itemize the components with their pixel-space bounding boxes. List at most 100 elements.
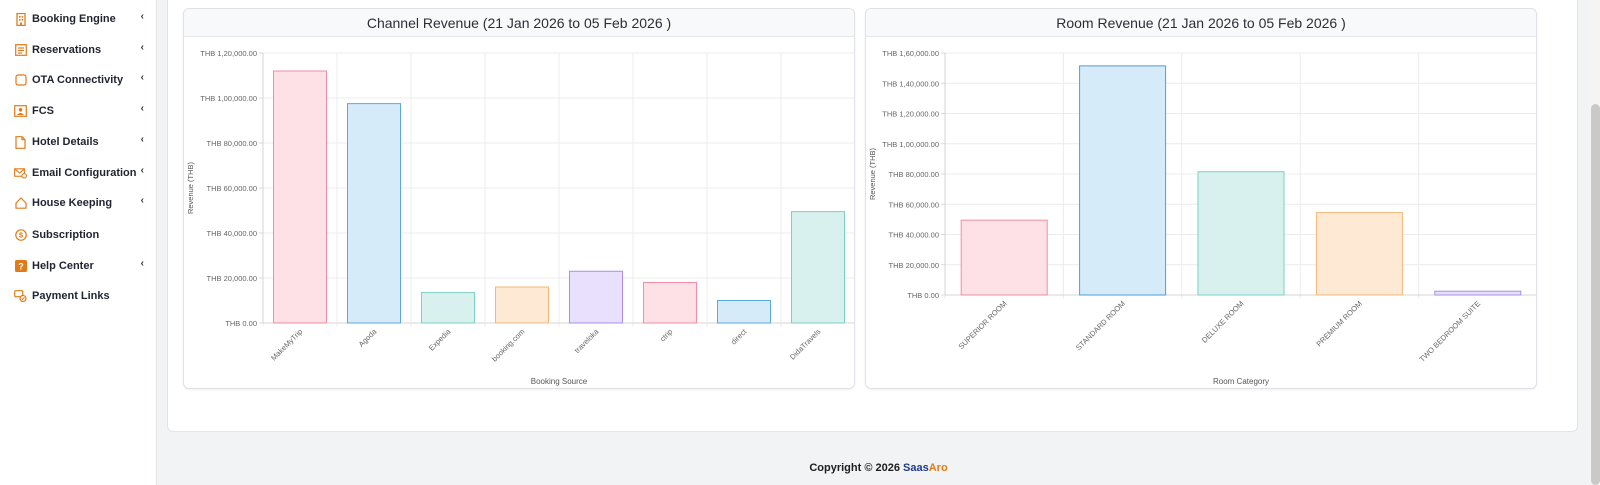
chart-title: Channel Revenue (21 Jan 2026 to 05 Feb 2… xyxy=(366,14,672,31)
y-axis-title: Revenue (THB) xyxy=(186,161,195,214)
chevron-left-icon: ‹ xyxy=(140,258,144,269)
sidebar-item-house-keeping[interactable]: House Keeping ‹ xyxy=(14,192,144,214)
sidebar-item-label: Subscription xyxy=(32,229,100,241)
chart-header: Room Revenue (21 Jan 2026 to 05 Feb 2026… xyxy=(866,9,1536,37)
sidebar-item-label: Payment Links xyxy=(32,290,110,302)
svg-text:?: ? xyxy=(18,261,24,271)
x-axis-title: Booking Source xyxy=(531,377,588,386)
chart-title: Room Revenue (21 Jan 2026 to 05 Feb 2026… xyxy=(1056,14,1346,31)
room-revenue-card: Room Revenue (21 Jan 2026 to 05 Feb 2026… xyxy=(865,8,1537,389)
building-icon xyxy=(14,12,27,26)
sidebar-item-label: Email Configuration xyxy=(32,167,137,179)
bar-premium-room[interactable] xyxy=(1315,212,1403,296)
bar-booking-com[interactable] xyxy=(495,286,549,324)
sidebar-item-label: OTA Connectivity xyxy=(32,74,124,86)
channel-revenue-chart: THB 0.00 THB 20,000.00 THB 40,000.00 THB 60… xyxy=(186,49,854,386)
y-tick-label: THB 1,20,000.00 xyxy=(200,49,257,58)
bar-deluxe-room[interactable] xyxy=(1197,171,1285,296)
sidebar-item-label: FCS xyxy=(32,105,54,117)
footer: Copyright © 2026 SaasAro xyxy=(157,462,1600,474)
y-tick-label: THB 60,000.00 xyxy=(207,184,257,193)
x-tick-label: booking.com xyxy=(490,327,526,363)
chevron-left-icon: ‹ xyxy=(140,11,144,22)
y-tick-label: THB 1,20,000.00 xyxy=(882,110,939,119)
sidebar-item-email-configuration[interactable]: Email Configuration ‹ xyxy=(14,162,144,184)
sidebar-item-help-center[interactable]: ? Help Center ‹ xyxy=(14,255,144,277)
dollar-circle-icon: $ xyxy=(14,229,27,242)
sidebar-item-label: Hotel Details xyxy=(32,136,99,148)
chevron-left-icon: ‹ xyxy=(140,72,144,83)
bar-superior-room[interactable] xyxy=(960,219,1048,296)
sidebar: Booking Engine ‹ Reservations ‹ OTA Conn… xyxy=(0,0,157,485)
x-tick-label: Expedia xyxy=(427,326,453,352)
y-tick-label: THB 60,000.00 xyxy=(889,200,939,209)
y-tick-label: THB 80,000.00 xyxy=(889,170,939,179)
y-tick-label: THB 20,000.00 xyxy=(207,274,257,283)
sidebar-item-fcs[interactable]: FCS ‹ xyxy=(14,100,144,122)
y-tick-label: THB 1,00,000.00 xyxy=(200,94,257,103)
bar-makemytrip[interactable] xyxy=(273,70,327,324)
y-tick-label: THB 1,00,000.00 xyxy=(882,140,939,149)
y-tick-label: THB 0.00 xyxy=(907,291,939,300)
square-icon xyxy=(14,74,27,87)
sidebar-item-reservations[interactable]: Reservations ‹ xyxy=(14,39,144,61)
chevron-left-icon: ‹ xyxy=(140,103,144,114)
chevron-left-icon: ‹ xyxy=(140,165,144,176)
home-icon xyxy=(14,197,27,210)
bar-standard-room[interactable] xyxy=(1079,65,1167,296)
x-tick-label: Agoda xyxy=(357,326,379,348)
list-icon xyxy=(14,44,27,57)
y-tick-label: THB 40,000.00 xyxy=(207,229,257,238)
bar-agoda[interactable] xyxy=(347,103,401,324)
scrollbar-thumb[interactable] xyxy=(1591,104,1600,485)
chevron-left-icon: ‹ xyxy=(140,195,144,206)
chevron-left-icon: ‹ xyxy=(140,42,144,53)
x-tick-label: TWO BEDROOM SUITE xyxy=(1418,299,1483,364)
sidebar-item-ota-connectivity[interactable]: OTA Connectivity ‹ xyxy=(14,69,144,91)
x-tick-label: STANDARD ROOM xyxy=(1074,299,1127,352)
content-card: Channel Revenue (21 Jan 2026 to 05 Feb 2… xyxy=(167,0,1578,432)
sidebar-item-payment-links[interactable]: Payment Links xyxy=(14,285,144,307)
y-tick-label: THB 0.00 xyxy=(225,319,257,328)
link-icon xyxy=(14,290,27,303)
y-tick-label: THB 1,60,000.00 xyxy=(882,49,939,58)
room-revenue-chart: THB 0.00 THB 20,000.00 THB 40,000.00 THB 60… xyxy=(868,49,1536,386)
x-tick-label: direct xyxy=(729,326,749,346)
x-tick-label: traveloka xyxy=(573,326,601,354)
x-axis-title: Room Category xyxy=(1213,377,1269,386)
sidebar-item-hotel-details[interactable]: Hotel Details ‹ xyxy=(14,131,144,153)
x-tick-label: DidaTravels xyxy=(788,327,823,362)
y-tick-label: THB 40,000.00 xyxy=(889,231,939,240)
sidebar-item-booking-engine[interactable]: Booking Engine ‹ xyxy=(14,8,144,30)
bar-didatravels[interactable] xyxy=(791,211,845,324)
copyright-text: Copyright © 2026 xyxy=(809,462,904,474)
chevron-left-icon: ‹ xyxy=(140,134,144,145)
help-icon: ? xyxy=(14,260,27,273)
sidebar-item-label: Reservations xyxy=(32,44,102,56)
bar-expedia[interactable] xyxy=(421,292,475,324)
sidebar-item-subscription[interactable]: $ Subscription xyxy=(14,224,144,246)
x-tick-label: MakeMyTrip xyxy=(269,327,304,362)
email-gear-icon xyxy=(14,167,27,180)
brand-name-part2[interactable]: Aro xyxy=(929,462,948,474)
y-tick-label: THB 1,40,000.00 xyxy=(882,79,939,88)
x-tick-label: PREMIUM ROOM xyxy=(1314,299,1363,348)
bar-traveloka[interactable] xyxy=(569,270,623,324)
bar-ctrip[interactable] xyxy=(643,282,697,324)
x-tick-label: SUPERIOR ROOM xyxy=(957,299,1009,351)
sidebar-item-label: Booking Engine xyxy=(32,13,116,25)
svg-text:$: $ xyxy=(18,231,23,240)
bar-two-bedroom-suite[interactable] xyxy=(1434,290,1522,296)
bar-direct[interactable] xyxy=(717,300,771,324)
x-tick-label: DELUXE ROOM xyxy=(1200,299,1246,345)
y-axis-title: Revenue (THB) xyxy=(868,147,877,200)
brand-name-part1[interactable]: Saas xyxy=(903,462,929,474)
document-icon xyxy=(14,135,27,149)
sidebar-item-label: Help Center xyxy=(32,260,94,272)
chart-header: Channel Revenue (21 Jan 2026 to 05 Feb 2… xyxy=(184,9,854,37)
sidebar-item-label: House Keeping xyxy=(32,197,113,209)
y-tick-label: THB 20,000.00 xyxy=(889,261,939,270)
y-tick-label: THB 80,000.00 xyxy=(207,139,257,148)
channel-revenue-card: Channel Revenue (21 Jan 2026 to 05 Feb 2… xyxy=(183,8,855,389)
x-tick-label: ctrip xyxy=(658,327,674,343)
